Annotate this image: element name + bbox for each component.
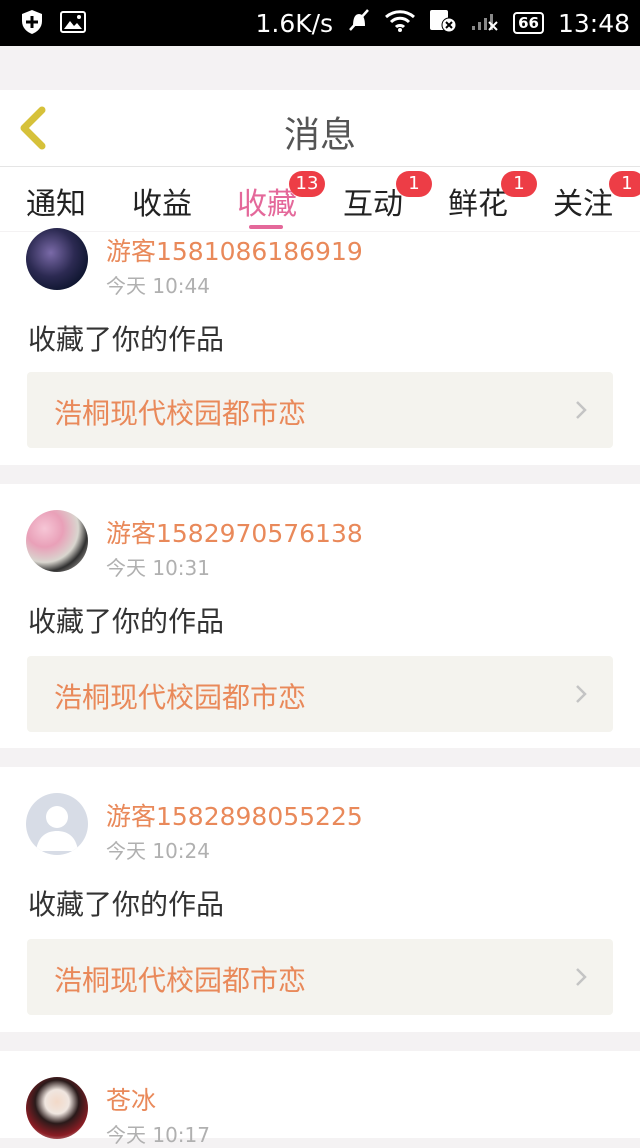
avatar[interactable]	[26, 1077, 88, 1139]
tab-label: 关注	[553, 187, 613, 222]
tab-interaction[interactable]: 互动 1	[343, 171, 432, 223]
tab-label: 收益	[132, 187, 192, 222]
timestamp: 今天 10:24	[106, 839, 210, 863]
wifi-icon	[385, 9, 416, 38]
tab-label: 通知	[26, 187, 86, 222]
work-link[interactable]: 浩桐现代校园都市恋	[27, 372, 613, 448]
message-text: 收藏了你的作品	[28, 888, 225, 921]
active-tab-indicator	[249, 225, 283, 229]
clock: 13:48	[557, 8, 630, 38]
work-link[interactable]: 浩桐现代校园都市恋	[27, 939, 613, 1015]
work-title: 浩桐现代校园都市恋	[54, 397, 307, 430]
tab-label: 互动	[343, 187, 403, 222]
avatar[interactable]	[26, 793, 88, 855]
badge-favorites: 13	[289, 171, 325, 197]
badge-flowers: 1	[501, 171, 537, 197]
network-speed: 1.6K/s	[255, 8, 334, 38]
message-text: 收藏了你的作品	[28, 605, 225, 638]
username[interactable]: 游客1582970576138	[106, 514, 363, 550]
header-bar: 消息	[0, 90, 640, 167]
work-title: 浩桐现代校园都市恋	[54, 964, 307, 997]
list-item: 苍冰 今天 10:17	[0, 1051, 640, 1147]
badge-interaction: 1	[396, 171, 432, 197]
tab-label: 收藏	[237, 187, 297, 222]
username[interactable]: 游客1581086186919	[106, 232, 363, 268]
avatar[interactable]	[26, 510, 88, 572]
list-item: 游客1582970576138 今天 10:31 收藏了你的作品 浩桐现代校园都…	[0, 484, 640, 748]
chevron-right-icon	[576, 685, 587, 703]
timestamp: 今天 10:17	[106, 1123, 210, 1147]
status-bar: 1.6K/s 66 13:48	[0, 0, 640, 46]
message-text: 收藏了你的作品	[28, 323, 225, 356]
tab-favorites[interactable]: 收藏 13	[237, 171, 325, 223]
timestamp: 今天 10:31	[106, 556, 210, 580]
image-icon	[60, 11, 86, 37]
badge-follow: 1	[609, 171, 640, 197]
chevron-right-icon	[576, 401, 587, 419]
tab-bar: 通知 收益 收藏 13 互动 1 鲜花 1 关注 1	[0, 167, 640, 231]
timestamp: 今天 10:44	[106, 274, 210, 298]
username[interactable]: 苍冰	[106, 1081, 156, 1117]
list-item: 游客1581086186919 今天 10:44 收藏了你的作品 浩桐现代校园都…	[0, 228, 640, 465]
avatar[interactable]	[26, 228, 88, 290]
work-link[interactable]: 浩桐现代校园都市恋	[27, 656, 613, 732]
tab-notification[interactable]: 通知	[26, 179, 86, 223]
tab-flowers[interactable]: 鲜花 1	[448, 171, 537, 223]
sim-icon	[429, 7, 457, 39]
tab-follow[interactable]: 关注 1	[553, 171, 640, 223]
default-user-icon	[36, 806, 78, 851]
battery-icon: 66	[513, 12, 544, 34]
shield-plus-icon	[20, 9, 44, 39]
signal-icon	[471, 9, 499, 38]
mute-icon	[347, 8, 371, 38]
page-title: 消息	[283, 115, 356, 156]
tab-label: 鲜花	[448, 187, 508, 222]
list-item: 游客1582898055225 今天 10:24 收藏了你的作品 浩桐现代校园都…	[0, 767, 640, 1032]
chevron-right-icon	[576, 968, 587, 986]
username[interactable]: 游客1582898055225	[106, 797, 363, 833]
tab-earnings[interactable]: 收益	[132, 179, 192, 223]
work-title: 浩桐现代校园都市恋	[54, 681, 307, 714]
